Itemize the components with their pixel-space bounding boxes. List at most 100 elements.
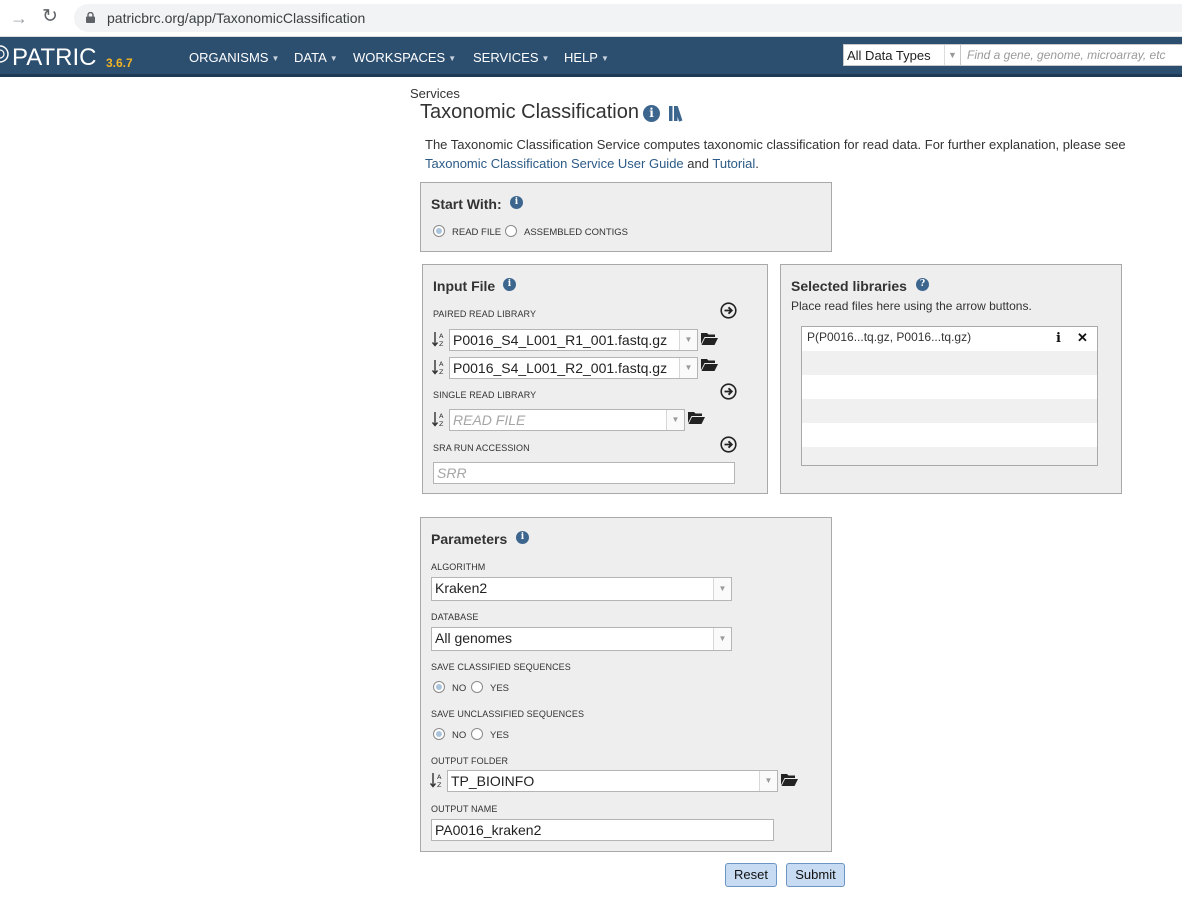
- chevron-down-icon: ▼: [666, 410, 684, 430]
- list-item-empty: [802, 447, 1097, 465]
- version-label: 3.6.7: [106, 56, 133, 70]
- reload-icon[interactable]: ↻: [42, 6, 58, 28]
- caret-down-icon: ▼: [600, 54, 609, 64]
- nav-label: DATA: [294, 50, 327, 65]
- add-paired-arrow-icon[interactable]: [720, 302, 737, 319]
- algorithm-label: ALGORITHM: [431, 562, 486, 572]
- breadcrumb[interactable]: Services: [410, 86, 460, 101]
- info-icon[interactable]: i: [510, 196, 523, 209]
- logo-text: PATRIC: [12, 44, 97, 71]
- chevron-down-icon: ▼: [713, 628, 731, 650]
- svg-text:A: A: [437, 773, 442, 781]
- start-with-title: Start With:: [431, 196, 502, 212]
- submit-button[interactable]: Submit: [786, 863, 845, 887]
- chevron-down-icon: ▼: [944, 45, 960, 65]
- assembled-contigs-radio[interactable]: [505, 225, 517, 237]
- nav-help[interactable]: HELP ▼: [564, 50, 609, 65]
- algorithm-select[interactable]: Kraken2 ▼: [431, 577, 732, 601]
- nav-workspaces[interactable]: WORKSPACES ▼: [353, 50, 456, 65]
- nav-services[interactable]: SERVICES ▼: [473, 50, 549, 65]
- page-description: The Taxonomic Classification Service com…: [425, 135, 1135, 173]
- folder-open-icon[interactable]: [781, 773, 798, 786]
- yes-label: YES: [490, 683, 510, 694]
- forward-arrow-icon[interactable]: →: [10, 8, 28, 28]
- paired-read-label: PAIRED READ LIBRARY: [433, 309, 537, 319]
- info-icon[interactable]: i: [503, 278, 516, 291]
- add-sra-arrow-icon[interactable]: [720, 436, 737, 453]
- and-text: and: [687, 156, 709, 171]
- save-unclassified-yes-radio[interactable]: [471, 728, 483, 740]
- sort-az-icon[interactable]: A Z: [432, 359, 446, 375]
- chevron-down-icon: ▼: [679, 358, 697, 378]
- close-icon[interactable]: ✕: [1077, 330, 1088, 346]
- output-name-input[interactable]: PA0016_kraken2: [431, 819, 774, 841]
- save-unclassified-no-radio[interactable]: [433, 728, 445, 740]
- yes-label: YES: [490, 730, 510, 741]
- database-select[interactable]: All genomes ▼: [431, 627, 732, 651]
- sort-az-icon[interactable]: A Z: [430, 772, 444, 788]
- selected-libraries-list: P(P0016...tq.gz, P0016...tq.gz) i ✕: [801, 326, 1098, 466]
- nav-organisms[interactable]: ORGANISMS ▼: [189, 50, 279, 65]
- reset-button[interactable]: Reset: [725, 863, 777, 887]
- description-text: The Taxonomic Classification Service com…: [425, 137, 1126, 152]
- single-read-label: SINGLE READ LIBRARY: [433, 390, 537, 400]
- nav-label: SERVICES: [473, 50, 539, 65]
- top-navigation-bar: PATRIC 3.6.7 ORGANISMS ▼ DATA ▼ WORKSPACES…: [0, 37, 1182, 77]
- chevron-down-icon: ▼: [679, 330, 697, 350]
- nav-label: ORGANISMS: [189, 50, 269, 65]
- algorithm-value: Kraken2: [435, 580, 488, 596]
- output-folder-label: OUTPUT FOLDER: [431, 756, 509, 766]
- library-books-icon[interactable]: [669, 104, 691, 122]
- parameters-title: Parameters: [431, 531, 508, 547]
- info-icon[interactable]: i: [1056, 331, 1061, 346]
- chevron-down-icon: ▼: [713, 578, 731, 600]
- selected-libraries-title: Selected libraries: [791, 278, 907, 294]
- user-guide-link[interactable]: Taxonomic Classification Service User Gu…: [425, 156, 684, 171]
- save-classified-no-radio[interactable]: [433, 681, 445, 693]
- read2-file-select[interactable]: P0016_S4_L001_R2_001.fastq.gz ▼: [449, 357, 698, 379]
- svg-text:Z: Z: [439, 420, 444, 427]
- svg-text:Z: Z: [439, 340, 444, 347]
- help-icon[interactable]: ?: [916, 278, 929, 291]
- svg-text:A: A: [439, 412, 444, 420]
- url-text: patricbrc.org/app/TaxonomicClassificatio…: [107, 10, 366, 26]
- selected-libraries-hint: Place read files here using the arrow bu…: [791, 299, 1032, 313]
- no-label: NO: [452, 683, 467, 694]
- database-value: All genomes: [435, 630, 513, 646]
- add-single-arrow-icon[interactable]: [720, 383, 737, 400]
- sra-accession-input[interactable]: SRR: [433, 462, 735, 484]
- period-text: .: [755, 156, 759, 171]
- tutorial-link[interactable]: Tutorial: [712, 156, 755, 171]
- input-file-panel: Input File i PAIRED READ LIBRARY A Z P00…: [422, 264, 768, 494]
- read-file-radio[interactable]: [433, 225, 445, 237]
- save-classified-label: SAVE CLASSIFIED SEQUENCES: [431, 662, 571, 672]
- info-icon[interactable]: i: [643, 105, 660, 122]
- parameters-panel: Parameters i ALGORITHM Kraken2 ▼ DATABAS…: [420, 517, 832, 852]
- folder-open-icon[interactable]: [701, 332, 718, 345]
- browser-address-bar: → ↻ patricbrc.org/app/TaxonomicClassific…: [0, 0, 1182, 37]
- sort-az-icon[interactable]: A Z: [432, 411, 446, 427]
- folder-open-icon[interactable]: [701, 358, 718, 371]
- search-type-select[interactable]: All Data Types ▼: [843, 44, 961, 66]
- list-item[interactable]: P(P0016...tq.gz, P0016...tq.gz) i ✕: [802, 327, 1097, 351]
- info-icon[interactable]: i: [516, 531, 529, 544]
- nav-data[interactable]: DATA ▼: [294, 50, 338, 65]
- lock-icon: [86, 12, 95, 23]
- sra-accession-label: SRA RUN ACCESSION: [433, 443, 530, 453]
- caret-down-icon: ▼: [271, 54, 280, 64]
- save-classified-yes-radio[interactable]: [471, 681, 483, 693]
- database-label: DATABASE: [431, 612, 479, 622]
- url-box[interactable]: patricbrc.org/app/TaxonomicClassificatio…: [74, 4, 1182, 32]
- start-with-panel: Start With: i READ FILE ASSEMBLED CONTIG…: [420, 182, 832, 252]
- global-search-input[interactable]: Find a gene, genome, microarray, etc: [960, 44, 1182, 66]
- read-file-label: READ FILE: [452, 227, 502, 238]
- output-folder-select[interactable]: TP_BIOINFO ▼: [447, 770, 778, 792]
- folder-open-icon[interactable]: [688, 411, 705, 424]
- read1-file-select[interactable]: P0016_S4_L001_R1_001.fastq.gz ▼: [449, 329, 698, 351]
- assembled-contigs-label: ASSEMBLED CONTIGS: [524, 227, 628, 238]
- sort-az-icon[interactable]: A Z: [432, 331, 446, 347]
- no-label: NO: [452, 730, 467, 741]
- chevron-down-icon: ▼: [759, 771, 777, 791]
- caret-down-icon: ▼: [329, 54, 338, 64]
- single-read-select[interactable]: READ FILE ▼: [449, 409, 685, 431]
